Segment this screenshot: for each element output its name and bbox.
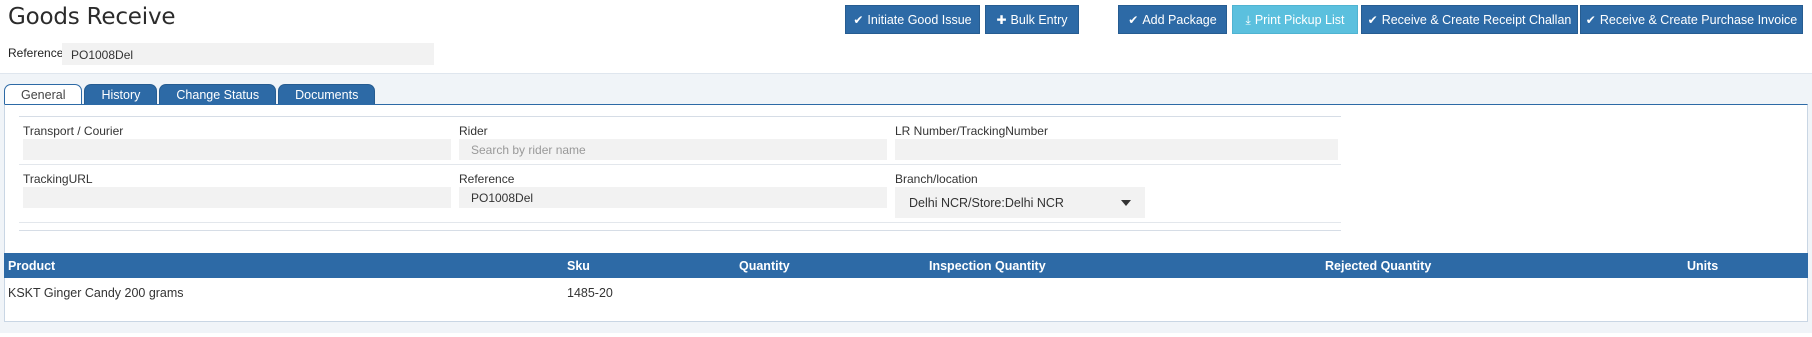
check-icon: ✔ — [1367, 12, 1378, 27]
initiate-good-issue-label: Initiate Good Issue — [867, 12, 972, 27]
lr-number-label: LR Number/TrackingNumber — [895, 124, 1048, 138]
row-product: KSKT Ginger Candy 200 grams — [8, 286, 184, 300]
branch-label: Branch/location — [895, 172, 978, 186]
check-icon: ✔ — [853, 12, 864, 27]
column-rejected-quantity: Rejected Quantity — [1325, 259, 1432, 273]
branch-select[interactable]: Delhi NCR/Store:Delhi NCR — [895, 187, 1145, 218]
check-icon: ✔ — [1128, 12, 1139, 27]
download-icon: ⤓ — [1245, 12, 1251, 27]
check-icon: ✔ — [1585, 12, 1596, 27]
column-units: Units — [1687, 259, 1719, 273]
tab-change-status[interactable]: Change Status — [159, 84, 277, 105]
column-sku: Sku — [567, 259, 590, 273]
rider-search-input[interactable]: Search by rider name — [459, 139, 887, 160]
lr-number-input[interactable] — [895, 139, 1338, 160]
form-reference-input[interactable]: PO1008Del — [459, 187, 887, 208]
plus-icon: ✚ — [996, 12, 1007, 27]
column-quantity: Quantity — [739, 259, 790, 273]
transport-input[interactable] — [23, 139, 451, 160]
table-header — [4, 253, 1808, 278]
receive-create-challan-label: Receive & Create Receipt Challan — [1381, 12, 1572, 27]
branch-select-value: Delhi NCR/Store:Delhi NCR — [909, 195, 1064, 210]
reference-label: Reference — [8, 46, 64, 60]
tab-history[interactable]: History — [84, 84, 158, 105]
tracking-url-input[interactable] — [23, 187, 451, 208]
form-reference-label: Reference — [459, 172, 515, 186]
column-product: Product — [8, 259, 56, 273]
add-package-button[interactable]: ✔ Add Package — [1118, 5, 1227, 34]
transport-label: Transport / Courier — [23, 124, 124, 138]
tab-general[interactable]: General — [4, 84, 83, 105]
tab-bar: General History Change Status Documents — [4, 84, 376, 105]
tab-documents[interactable]: Documents — [278, 84, 376, 105]
row-sku: 1485-20 — [567, 286, 613, 300]
print-pickup-list-button[interactable]: ⤓ Print Pickup List — [1232, 5, 1358, 34]
reference-input[interactable]: PO1008Del — [62, 43, 434, 65]
tracking-url-label: TrackingURL — [23, 172, 93, 186]
initiate-good-issue-button[interactable]: ✔ Initiate Good Issue — [845, 5, 980, 34]
receive-create-invoice-button[interactable]: ✔ Receive & Create Purchase Invoice — [1580, 5, 1803, 34]
form-divider — [19, 222, 1341, 223]
bulk-entry-label: Bulk Entry — [1010, 12, 1068, 27]
receive-create-challan-button[interactable]: ✔ Receive & Create Receipt Challan — [1361, 5, 1578, 34]
print-pickup-list-label: Print Pickup List — [1254, 12, 1345, 27]
rider-label: Rider — [459, 124, 488, 138]
receive-create-invoice-label: Receive & Create Purchase Invoice — [1599, 12, 1798, 27]
form-divider — [19, 164, 1341, 165]
bulk-entry-button[interactable]: ✚ Bulk Entry — [985, 5, 1079, 34]
add-package-label: Add Package — [1142, 12, 1217, 27]
chevron-down-icon — [1121, 199, 1131, 206]
page-title: Goods Receive — [8, 4, 176, 30]
column-inspection-quantity: Inspection Quantity — [929, 259, 1046, 273]
